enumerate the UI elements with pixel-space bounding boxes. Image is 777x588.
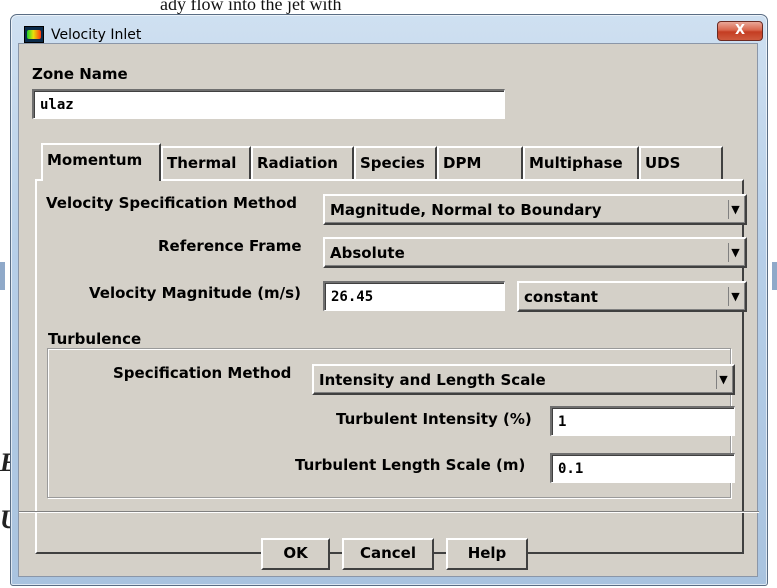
tab-multiphase[interactable]: Multiphase — [523, 146, 639, 179]
chevron-down-icon: ▼ — [716, 370, 730, 389]
background-edge-left — [0, 262, 5, 290]
turbulence-spec-method-dropdown[interactable]: Intensity and Length Scale ▼ — [312, 364, 735, 395]
cancel-button[interactable]: Cancel — [342, 538, 434, 570]
velocity-spec-method-dropdown[interactable]: Magnitude, Normal to Boundary ▼ — [323, 194, 747, 225]
reference-frame-dropdown[interactable]: Absolute ▼ — [323, 237, 747, 268]
turbulent-length-scale-label: Turbulent Length Scale (m) — [295, 456, 526, 474]
chevron-down-icon: ▼ — [728, 287, 742, 306]
background-document-text: ady flow into the jet with — [160, 0, 342, 14]
turbulent-intensity-label: Turbulent Intensity (%) — [336, 410, 532, 428]
window-title: Velocity Inlet — [51, 27, 142, 43]
velocity-magnitude-label: Velocity Magnitude (m/s) — [89, 284, 301, 302]
turbulence-spec-method-value: Intensity and Length Scale — [319, 371, 546, 389]
turbulence-spec-method-label: Specification Method — [113, 364, 292, 382]
chevron-down-icon: ▼ — [728, 200, 742, 219]
ok-button[interactable]: OK — [261, 538, 330, 570]
help-button[interactable]: Help — [446, 538, 528, 570]
fluent-app-icon — [24, 26, 44, 43]
tab-radiation[interactable]: Radiation — [251, 146, 354, 179]
tab-species[interactable]: Species — [354, 146, 437, 179]
zone-name-label: Zone Name — [32, 65, 128, 83]
turbulent-intensity-input[interactable]: 1 — [550, 406, 735, 436]
tab-uds[interactable]: UDS — [639, 146, 723, 179]
tab-thermal[interactable]: Thermal — [161, 146, 251, 179]
turbulence-group-label: Turbulence — [48, 330, 142, 348]
reference-frame-label: Reference Frame — [158, 237, 302, 255]
button-area-separator — [19, 511, 759, 513]
velocity-magnitude-profile-dropdown[interactable]: constant ▼ — [517, 281, 747, 312]
reference-frame-value: Absolute — [330, 244, 405, 262]
velocity-magnitude-profile-value: constant — [524, 288, 598, 306]
close-button[interactable]: X — [717, 21, 763, 41]
turbulent-length-scale-input[interactable]: 0.1 — [550, 453, 735, 483]
zone-name-input[interactable]: ulaz — [32, 89, 505, 119]
velocity-spec-method-label: Velocity Specification Method — [46, 194, 298, 212]
velocity-spec-method-value: Magnitude, Normal to Boundary — [330, 201, 602, 219]
tab-momentum[interactable]: Momentum — [41, 143, 161, 181]
tab-dpm[interactable]: DPM — [437, 146, 523, 179]
chevron-down-icon: ▼ — [728, 243, 742, 262]
background-edge-right — [772, 262, 777, 290]
velocity-magnitude-input[interactable]: 26.45 — [323, 281, 505, 311]
dialog-client-area: Zone Name ulaz Momentum Thermal Radiatio… — [18, 43, 759, 577]
